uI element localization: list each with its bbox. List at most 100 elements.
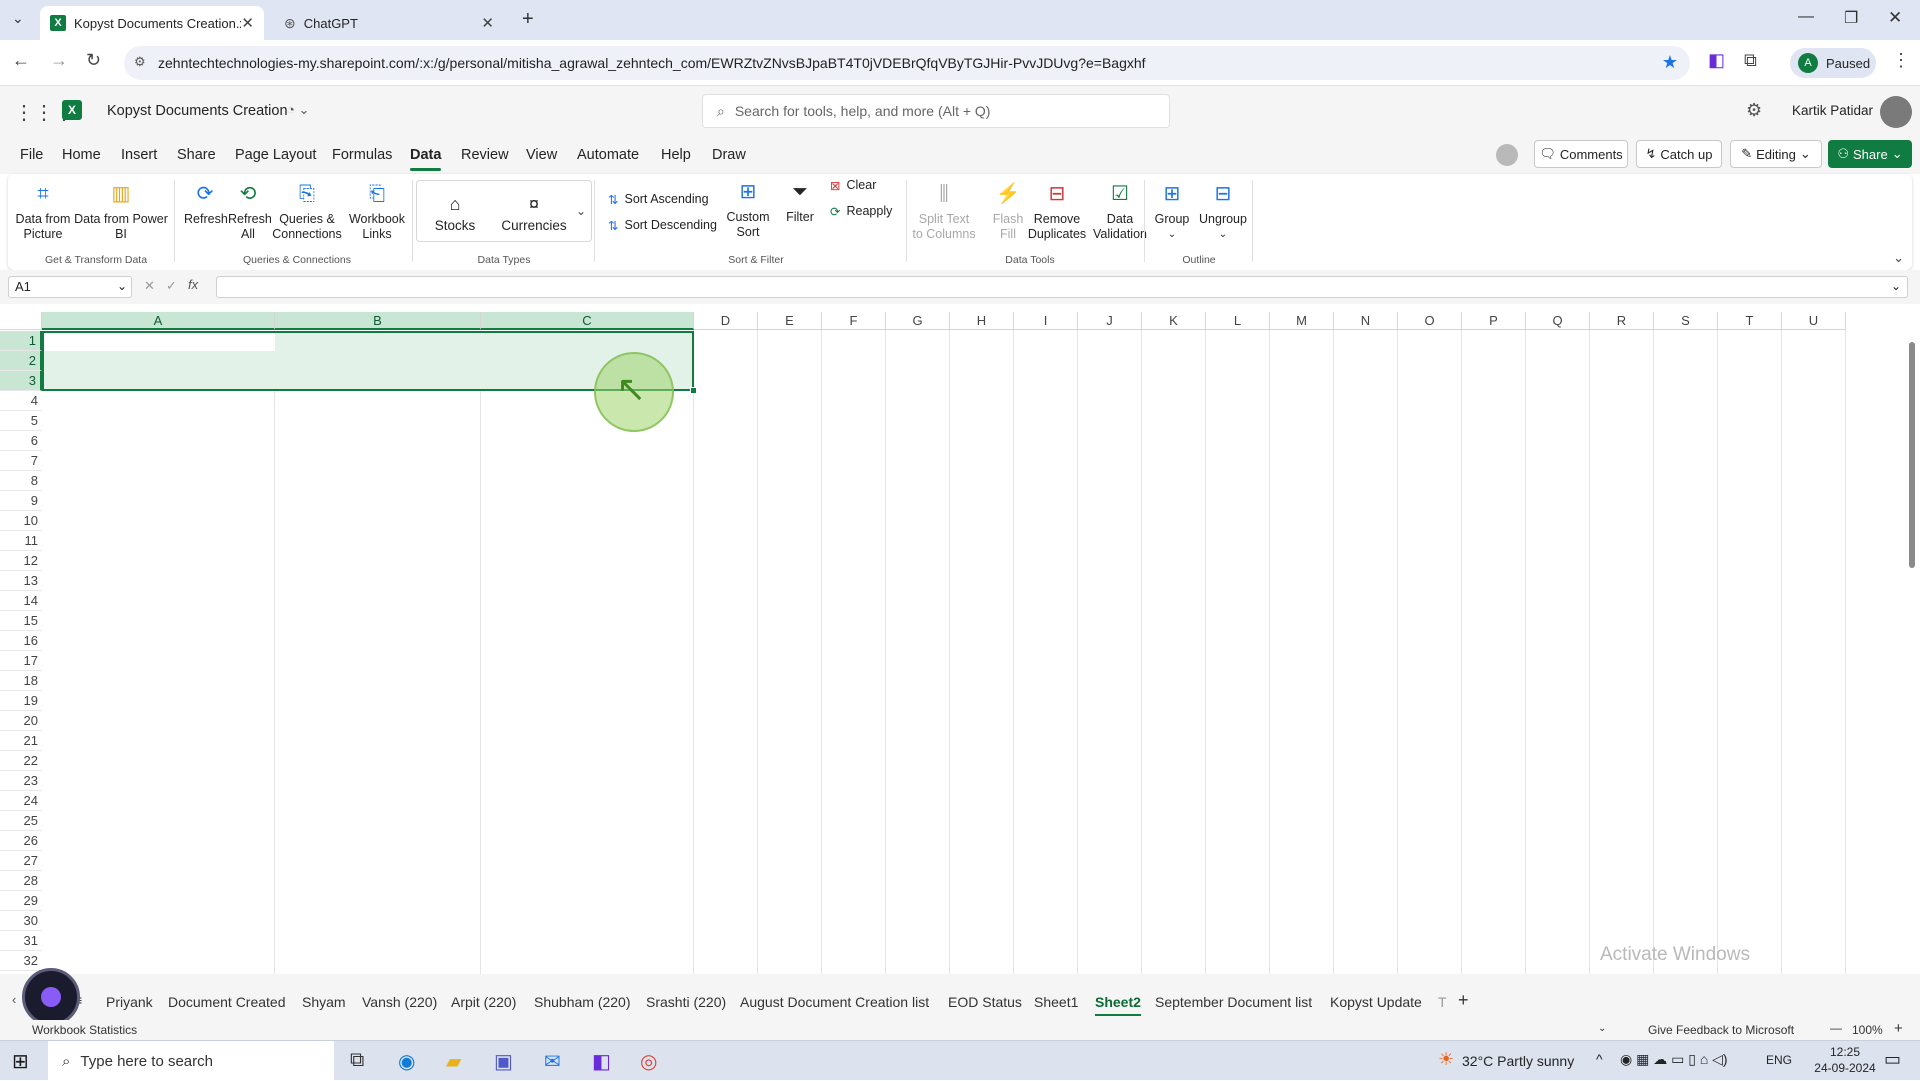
- tab-insert[interactable]: Insert: [121, 147, 157, 163]
- row-header[interactable]: 5: [0, 411, 42, 431]
- tab-chatgpt[interactable]: ⊛ ChatGPT ✕: [274, 6, 504, 40]
- comments-button[interactable]: 🗨 Comments: [1534, 140, 1628, 168]
- tab-home[interactable]: Home: [62, 147, 101, 163]
- row-header[interactable]: 6: [0, 431, 42, 451]
- row-header[interactable]: 26: [0, 831, 42, 851]
- row-header[interactable]: 31: [0, 931, 42, 951]
- tab-file[interactable]: File: [20, 147, 43, 163]
- sheet-tab[interactable]: Kopyst Update: [1330, 994, 1422, 1010]
- site-info-icon[interactable]: ⚙: [134, 54, 146, 70]
- task-view-icon[interactable]: ⧉: [350, 1049, 364, 1072]
- notifications-icon[interactable]: ▭: [1884, 1049, 1901, 1070]
- row-header[interactable]: 3: [0, 371, 42, 391]
- tab-formulas[interactable]: Formulas: [332, 147, 392, 163]
- autosave-icon[interactable]: ◔ ⌄: [287, 102, 309, 118]
- feedback-link[interactable]: Give Feedback to Microsoft: [1648, 1023, 1794, 1037]
- row-header[interactable]: 21: [0, 731, 42, 751]
- column-header[interactable]: C: [481, 312, 694, 330]
- user-avatar[interactable]: [1880, 96, 1912, 128]
- teams-icon[interactable]: ▣: [494, 1049, 513, 1074]
- tab-help[interactable]: Help: [661, 147, 691, 163]
- row-header[interactable]: 20: [0, 711, 42, 731]
- column-header[interactable]: U: [1782, 312, 1846, 330]
- sheet-tab[interactable]: August Document Creation list: [740, 994, 929, 1010]
- file-explorer-icon[interactable]: ▰: [446, 1049, 461, 1074]
- chrome-icon[interactable]: ◎: [640, 1049, 657, 1074]
- column-header[interactable]: J: [1078, 312, 1142, 330]
- back-icon[interactable]: ←: [12, 50, 30, 71]
- row-header[interactable]: 30: [0, 911, 42, 931]
- data-from-picture-button[interactable]: ⌗ Data from Picture: [14, 182, 72, 242]
- group-button[interactable]: ⊞ Group ⌄: [1150, 182, 1194, 242]
- column-header[interactable]: O: [1398, 312, 1462, 330]
- language-indicator[interactable]: ENG: [1766, 1053, 1792, 1067]
- settings-gear-icon[interactable]: ⚙: [1746, 100, 1762, 121]
- sheet-prev-icon[interactable]: ‹: [12, 992, 16, 1007]
- column-header[interactable]: E: [758, 312, 822, 330]
- column-header[interactable]: B: [275, 312, 481, 330]
- add-sheet-icon[interactable]: +: [1458, 990, 1469, 1011]
- row-header[interactable]: 29: [0, 891, 42, 911]
- row-header[interactable]: 17: [0, 651, 42, 671]
- minimize-icon[interactable]: —: [1798, 8, 1814, 26]
- insert-function-icon[interactable]: fx: [188, 277, 198, 292]
- cancel-entry-icon[interactable]: ✕: [144, 278, 155, 294]
- column-header[interactable]: P: [1462, 312, 1526, 330]
- row-header[interactable]: 18: [0, 671, 42, 691]
- column-header[interactable]: S: [1654, 312, 1718, 330]
- split-text-button[interactable]: ⫼ Split Text to Columns: [912, 182, 976, 242]
- editing-mode-button[interactable]: ✎ Editing ⌄: [1730, 140, 1822, 168]
- url-field[interactable]: ⚙ zehntechtechnologies-my.sharepoint.com…: [124, 46, 1690, 80]
- column-header[interactable]: I: [1014, 312, 1078, 330]
- row-header[interactable]: 25: [0, 811, 42, 831]
- bookmark-star-icon[interactable]: ★: [1662, 52, 1678, 73]
- sheet-tab[interactable]: Vansh (220): [362, 994, 437, 1010]
- tab-page-layout[interactable]: Page Layout: [235, 147, 316, 163]
- restore-icon[interactable]: ❐: [1844, 8, 1858, 28]
- tab-data[interactable]: Data: [410, 147, 442, 171]
- row-header[interactable]: 28: [0, 871, 42, 891]
- column-header[interactable]: A: [42, 312, 275, 330]
- zoom-in-icon[interactable]: +: [1894, 1020, 1903, 1037]
- row-header[interactable]: 22: [0, 751, 42, 771]
- row-header[interactable]: 23: [0, 771, 42, 791]
- clock-time[interactable]: 12:25: [1820, 1045, 1870, 1059]
- row-header[interactable]: 27: [0, 851, 42, 871]
- app-icon[interactable]: ◧: [592, 1049, 611, 1074]
- data-from-powerbi-button[interactable]: ▥ Data from Power BI: [74, 182, 168, 242]
- tab-search-chevron-icon[interactable]: ⌄: [12, 10, 24, 27]
- remove-duplicates-button[interactable]: ⊟ Remove Duplicates: [1022, 182, 1092, 242]
- formula-input[interactable]: ⌄: [216, 276, 1908, 298]
- ungroup-button[interactable]: ⊟ Ungroup ⌄: [1198, 182, 1248, 242]
- close-tab-icon[interactable]: ✕: [241, 14, 254, 32]
- vertical-scrollbar[interactable]: [1908, 332, 1916, 972]
- search-input[interactable]: ⌕ Search for tools, help, and more (Alt …: [702, 94, 1170, 128]
- name-box[interactable]: A1 ⌄: [8, 276, 132, 298]
- refresh-button[interactable]: ⟳ Refresh: [184, 182, 228, 227]
- sheet-tab[interactable]: T: [1438, 994, 1447, 1010]
- column-header[interactable]: D: [694, 312, 758, 330]
- row-header[interactable]: 9: [0, 491, 42, 511]
- close-window-icon[interactable]: ✕: [1888, 8, 1902, 28]
- sheet-tab[interactable]: September Document list: [1155, 994, 1312, 1010]
- extensions-puzzle-icon[interactable]: ⧉: [1744, 50, 1757, 71]
- tab-kopyst-excel[interactable]: X Kopyst Documents Creation.xlsx ✕: [40, 6, 264, 40]
- weather-text[interactable]: 32°C Partly sunny: [1462, 1053, 1574, 1069]
- row-header[interactable]: 1: [0, 331, 42, 351]
- sheet-tab[interactable]: Document Created: [168, 994, 286, 1010]
- new-tab-icon[interactable]: +: [522, 8, 534, 31]
- browser-menu-icon[interactable]: ⋮: [1892, 50, 1910, 71]
- user-name[interactable]: Kartik Patidar: [1792, 103, 1873, 118]
- document-title[interactable]: Kopyst Documents Creation: [107, 103, 288, 119]
- workbook-links-button[interactable]: ⎗ Workbook Links: [344, 182, 410, 242]
- column-header[interactable]: F: [822, 312, 886, 330]
- row-header[interactable]: 7: [0, 451, 42, 471]
- row-header[interactable]: 2: [0, 351, 42, 371]
- select-all-corner[interactable]: [0, 312, 42, 330]
- sort-descending-button[interactable]: ⇅ Sort Descending: [608, 218, 717, 233]
- mail-icon[interactable]: ✉: [544, 1049, 561, 1074]
- row-header[interactable]: 15: [0, 611, 42, 631]
- gallery-expand-chevron-icon[interactable]: ⌄: [576, 204, 586, 218]
- presence-avatar[interactable]: [1496, 144, 1518, 166]
- tab-share[interactable]: Share: [177, 147, 216, 163]
